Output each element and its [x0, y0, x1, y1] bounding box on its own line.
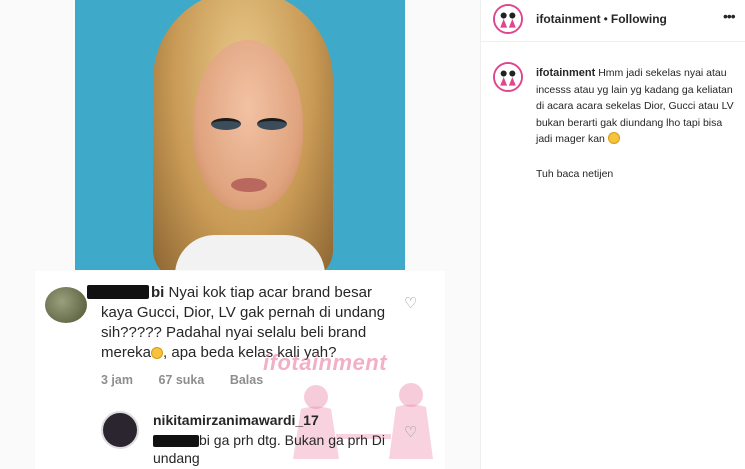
comment-screenshot: bi Nyai kok tiap acar brand besar kaya G… [35, 271, 445, 469]
caption-avatar[interactable] [493, 62, 523, 92]
post-photo[interactable] [75, 0, 405, 270]
post-panel: ifotainment • Following ••• ifotainment Hm… [480, 0, 745, 469]
following-button[interactable]: Following [611, 12, 667, 26]
post-header: ifotainment • Following ••• [481, 0, 745, 42]
comment2-mention-tail: bi [199, 432, 210, 448]
comment2-text: bi ga prh dtg. Bukan ga prh Di undang [153, 431, 393, 467]
comment1-time: 3 jam [101, 373, 133, 387]
smiling-face-emoji [607, 132, 620, 144]
comment1-meta: 3 jam 67 suka Balas [101, 373, 285, 387]
comment1-likes: 67 suka [158, 373, 205, 387]
post-caption: ifotainment Hmm jadi sekelas nyai atau i… [536, 65, 736, 148]
photo-eye-right [257, 118, 287, 130]
photo-lips [231, 178, 267, 192]
sad-face-emoji [151, 347, 164, 359]
comment2-avatar [101, 411, 139, 449]
comment2-username: nikitamirzanimawardi_17 [153, 412, 319, 428]
header-dot: • [603, 12, 608, 26]
post-media: bi Nyai kok tiap acar brand besar kaya G… [0, 0, 480, 469]
caption-line2: Tuh baca netijen [536, 168, 614, 180]
photo-eye-left [211, 118, 241, 130]
comment1-reply: Balas [229, 373, 264, 387]
more-horizontal-icon[interactable]: ••• [723, 8, 736, 24]
caption-username[interactable]: ifotainment [536, 67, 595, 79]
header-username[interactable]: ifotainment [536, 12, 601, 26]
ifotainment-logo-icon [495, 6, 521, 32]
profile-avatar[interactable] [493, 4, 523, 34]
comment1-username-tail: bi [151, 284, 165, 301]
ifotainment-logo-icon [495, 64, 521, 90]
watermark-text: ifotainment [263, 350, 388, 375]
heart-icon[interactable]: ♡ [404, 296, 418, 311]
header-meta: ifotainment • Following [536, 12, 667, 26]
heart-icon[interactable]: ♡ [404, 425, 418, 440]
comment2-mention-redaction [153, 435, 199, 448]
comment1-avatar [45, 287, 87, 323]
photo-shirt [175, 235, 325, 270]
